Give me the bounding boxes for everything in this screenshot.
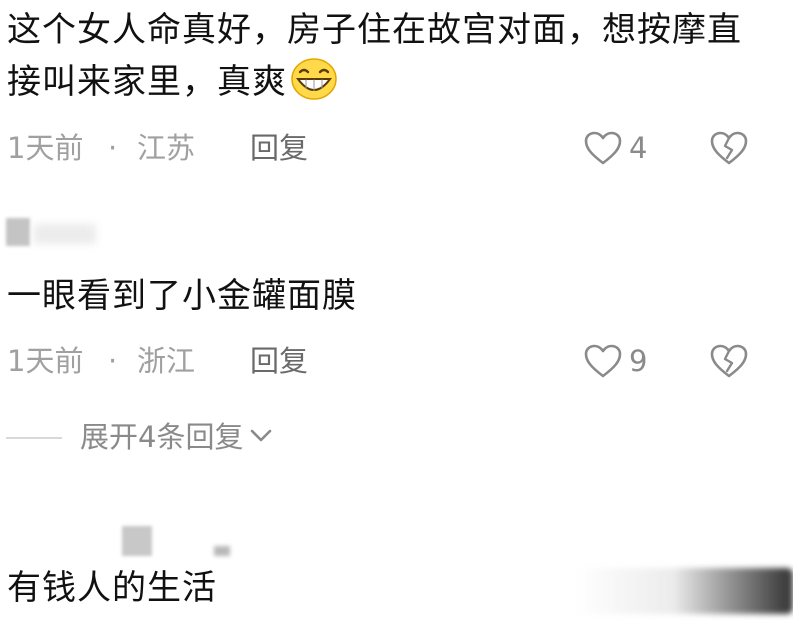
comment-1-location: 江苏 bbox=[137, 131, 196, 165]
avatar[interactable] bbox=[6, 218, 30, 246]
broken-heart-icon[interactable] bbox=[709, 343, 749, 379]
comment-1-text: 这个女人命真好，房子住在故宫对面，想按摩直接叫来家里，真爽 bbox=[7, 4, 767, 108]
avatar[interactable] bbox=[122, 526, 152, 556]
username-blurred bbox=[214, 546, 230, 556]
username-blurred bbox=[34, 224, 96, 244]
comment-1-reply-button[interactable]: 回复 bbox=[250, 128, 308, 168]
comment-1-like-count: 4 bbox=[629, 131, 648, 165]
comment-2-like-count: 9 bbox=[629, 344, 648, 378]
expand-replies-row: 展开4条回复 bbox=[0, 414, 400, 460]
comment-1-body: 这个女人命真好，房子住在故宫对面，想按摩直接叫来家里，真爽 bbox=[7, 10, 742, 102]
heart-outline-icon[interactable] bbox=[583, 130, 623, 166]
comment-3-text: 有钱人的生活 bbox=[7, 568, 217, 608]
comment-2-meta: 1天前 · 浙江 回复 9 bbox=[7, 341, 793, 381]
meta-separator: · bbox=[108, 131, 118, 165]
comment-2-location: 浙江 bbox=[137, 344, 196, 378]
divider bbox=[6, 437, 62, 439]
comment-1-time: 1天前 bbox=[7, 131, 84, 165]
expand-replies-label: 展开4条回复 bbox=[80, 420, 244, 454]
grinning-face-emoji-icon bbox=[291, 58, 337, 100]
broken-heart-icon[interactable] bbox=[709, 130, 749, 166]
expand-replies-button[interactable]: 展开4条回复 bbox=[80, 414, 273, 460]
comment-2-time: 1天前 bbox=[7, 344, 84, 378]
comment-2-reply-button[interactable]: 回复 bbox=[250, 341, 308, 381]
watermark-overlay bbox=[575, 568, 793, 614]
comment-1-meta: 1天前 · 江苏 回复 4 bbox=[7, 128, 793, 168]
chevron-down-icon bbox=[251, 429, 272, 442]
meta-separator: · bbox=[108, 344, 118, 378]
comment-2-text: 一眼看到了小金罐面膜 bbox=[7, 276, 357, 316]
heart-outline-icon[interactable] bbox=[583, 343, 623, 379]
